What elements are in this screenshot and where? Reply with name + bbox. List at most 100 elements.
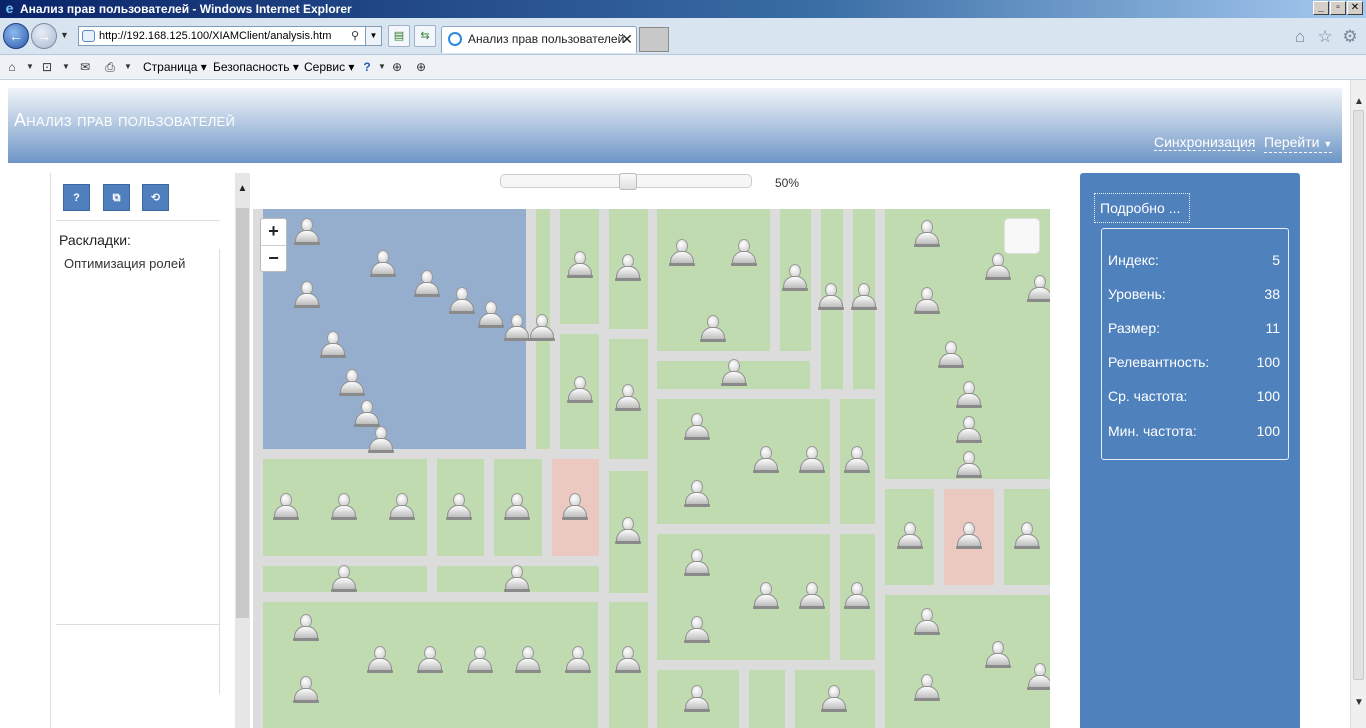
user-icon[interactable]	[985, 253, 1011, 283]
user-icon[interactable]	[669, 239, 695, 269]
layout-item-role-optimization[interactable]: Оптимизация ролей	[64, 256, 185, 271]
menu-page[interactable]: Страница ▾	[143, 60, 207, 74]
user-icon[interactable]	[389, 493, 415, 523]
feeds-dropdown-icon[interactable]: ▼	[58, 59, 74, 75]
minimize-button[interactable]: _	[1313, 1, 1329, 15]
user-icon[interactable]	[799, 582, 825, 612]
back-button[interactable]: ←	[3, 23, 29, 49]
tab-close-icon[interactable]: ✕	[620, 27, 634, 52]
user-icon[interactable]	[331, 565, 357, 595]
user-icon[interactable]	[844, 582, 870, 612]
treemap-cell[interactable]	[885, 595, 1050, 728]
user-icon[interactable]	[504, 493, 530, 523]
user-icon[interactable]	[818, 283, 844, 313]
user-icon[interactable]	[615, 646, 641, 676]
user-icon[interactable]	[799, 446, 825, 476]
zoom-out-button[interactable]: −	[261, 246, 286, 272]
user-icon[interactable]	[914, 608, 940, 638]
user-icon[interactable]	[956, 416, 982, 446]
user-icon[interactable]	[753, 446, 779, 476]
address-dropdown-icon[interactable]: ▼	[365, 27, 381, 45]
help-dropdown-icon[interactable]: ▼	[374, 59, 390, 75]
print-icon[interactable]: ⎙	[102, 59, 118, 75]
user-icon[interactable]	[1027, 275, 1050, 305]
details-button[interactable]: Подробно ...	[1094, 193, 1190, 223]
user-icon[interactable]	[293, 614, 319, 644]
user-icon[interactable]	[684, 413, 710, 443]
user-icon[interactable]	[414, 270, 440, 300]
user-icon[interactable]	[293, 676, 319, 706]
user-icon[interactable]	[529, 314, 555, 344]
home-dropdown-icon[interactable]: ▼	[22, 59, 38, 75]
user-icon[interactable]	[721, 359, 747, 389]
user-icon[interactable]	[320, 331, 346, 361]
scroll-thumb[interactable]	[1353, 110, 1364, 680]
user-icon[interactable]	[368, 426, 394, 456]
user-icon[interactable]	[449, 287, 475, 317]
user-icon[interactable]	[684, 549, 710, 579]
menu-tools[interactable]: Сервис ▾	[304, 60, 354, 74]
scroll-down-icon[interactable]: ▼	[1351, 695, 1366, 711]
history-dropdown-icon[interactable]: ▼	[60, 30, 69, 40]
user-icon[interactable]	[897, 522, 923, 552]
user-icon[interactable]	[914, 287, 940, 317]
user-icon[interactable]	[615, 254, 641, 284]
user-icon[interactable]	[294, 218, 320, 248]
maximize-button[interactable]: ▫	[1330, 1, 1346, 15]
page-scrollbar[interactable]: ▲ ▼	[1350, 80, 1366, 728]
user-icon[interactable]	[567, 376, 593, 406]
user-icon[interactable]	[956, 451, 982, 481]
star-icon[interactable]: ☆	[1316, 28, 1334, 46]
user-icon[interactable]	[562, 493, 588, 523]
close-button[interactable]: ✕	[1347, 1, 1363, 15]
feeds-icon[interactable]: ⊡	[39, 59, 55, 75]
addon2-icon[interactable]: ⊕	[413, 59, 429, 75]
forward-button[interactable]: →	[31, 23, 57, 49]
scroll-up-icon[interactable]: ▲	[235, 183, 250, 194]
home-cmd-icon[interactable]: ⌂	[4, 59, 20, 75]
tab-analysis[interactable]: Анализ прав пользователей ✕	[441, 26, 637, 53]
user-icon[interactable]	[914, 674, 940, 704]
compatibility-view-button[interactable]: ▤	[388, 25, 410, 47]
user-icon[interactable]	[370, 250, 396, 280]
user-icon[interactable]	[914, 220, 940, 250]
treemap[interactable]: + −	[253, 209, 1050, 728]
copy-button[interactable]: ⧉	[103, 184, 130, 211]
user-icon[interactable]	[821, 685, 847, 715]
slider-knob[interactable]	[619, 173, 637, 190]
addon-icon[interactable]: ⊕	[389, 59, 405, 75]
map-scrollbar[interactable]: ▲	[235, 173, 250, 728]
user-icon[interactable]	[700, 315, 726, 345]
user-icon[interactable]	[446, 493, 472, 523]
scroll-thumb[interactable]	[236, 208, 249, 618]
user-icon[interactable]	[985, 641, 1011, 671]
zoom-in-button[interactable]: +	[261, 219, 286, 245]
user-icon[interactable]	[753, 582, 779, 612]
user-icon[interactable]	[565, 646, 591, 676]
address-field[interactable]: http://192.168.125.100/XIAMClient/analys…	[78, 26, 382, 46]
new-tab-button[interactable]	[639, 27, 669, 52]
user-icon[interactable]	[504, 565, 530, 595]
user-icon[interactable]	[339, 369, 365, 399]
user-icon[interactable]	[615, 384, 641, 414]
user-icon[interactable]	[331, 493, 357, 523]
treemap-cell[interactable]	[749, 670, 785, 728]
user-icon[interactable]	[956, 522, 982, 552]
user-icon[interactable]	[273, 493, 299, 523]
user-icon[interactable]	[478, 301, 504, 331]
user-icon[interactable]	[1027, 663, 1050, 693]
reset-button[interactable]: ⟲	[142, 184, 169, 211]
user-icon[interactable]	[731, 239, 757, 269]
user-icon[interactable]	[956, 381, 982, 411]
sync-link[interactable]: Синхронизация	[1154, 134, 1256, 151]
help-icon[interactable]: ?	[359, 59, 375, 75]
user-icon[interactable]	[782, 264, 808, 294]
user-icon[interactable]	[367, 646, 393, 676]
user-icon[interactable]	[684, 616, 710, 646]
mail-icon[interactable]: ✉	[77, 59, 93, 75]
user-icon[interactable]	[844, 446, 870, 476]
fullscreen-button[interactable]	[1004, 218, 1040, 254]
gear-icon[interactable]: ⚙	[1341, 28, 1359, 46]
user-icon[interactable]	[515, 646, 541, 676]
scroll-up-icon[interactable]: ▲	[1351, 94, 1366, 110]
